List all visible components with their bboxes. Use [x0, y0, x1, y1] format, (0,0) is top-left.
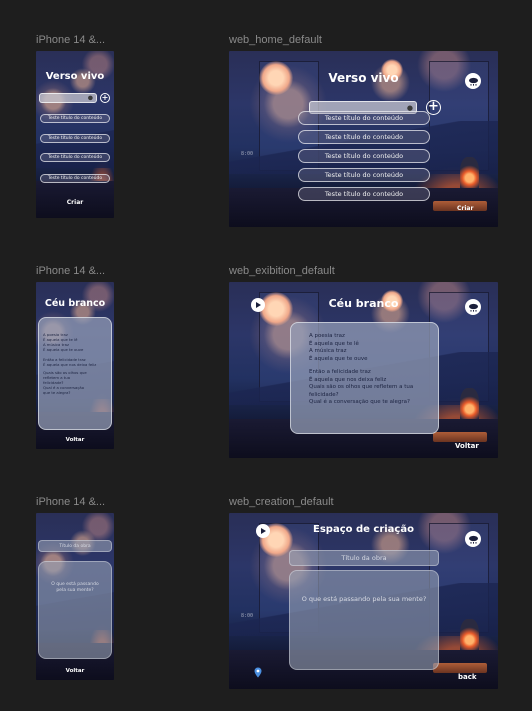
page-title: Céu branco [328, 297, 399, 310]
frame-label-web-exhibition[interactable]: web_exibition_default [229, 265, 335, 277]
back-button[interactable]: back [458, 673, 477, 681]
clock-text: 8:00 [241, 613, 254, 619]
list-item[interactable]: Teste título do conteúdo [40, 114, 110, 123]
back-button[interactable]: Voltar [36, 668, 114, 674]
poem-line: A poesia traz [309, 333, 345, 339]
list-item[interactable]: Teste título do conteúdo [298, 111, 430, 125]
poem-panel: A poesia traz É aquela que te lê A músic… [38, 317, 112, 430]
rain-cloud-icon [468, 535, 478, 544]
poem-line: Quais são os olhos que refletem a tua fe… [309, 384, 414, 398]
poem-line: Qual é a conversação que te alegra? [43, 385, 85, 395]
list-item[interactable]: Teste título do conteúdo [298, 149, 430, 163]
poem-line: Então a felicidade traz [309, 369, 371, 375]
clock-text: 8:00 [241, 151, 254, 157]
poem-line: É aquela que nos deixa feliz [309, 376, 387, 383]
page-title: Espaço de criação [313, 524, 414, 535]
body-textarea[interactable]: O que está passando pela sua mente? [289, 570, 439, 670]
title-input[interactable]: Título da obra [289, 550, 439, 566]
add-button[interactable]: + [100, 93, 110, 103]
rain-cloud-icon [468, 303, 478, 312]
frame-label-web-home[interactable]: web_home_default [229, 34, 322, 46]
list-item[interactable]: Teste título do conteúdo [298, 130, 430, 144]
poem-line: É aquela que te lê [309, 340, 359, 347]
list-item[interactable]: Teste título do conteúdo [40, 134, 110, 143]
frame-label-web-creation[interactable]: web_creation_default [229, 496, 334, 508]
poem-line: A música traz [309, 348, 347, 354]
list-item[interactable]: Teste título do conteúdo [298, 187, 430, 201]
frame-label-mobile-creation[interactable]: iPhone 14 &... [36, 496, 105, 508]
title-input[interactable]: Título da obra [38, 540, 112, 552]
list-item[interactable]: Teste título do conteúdo [40, 153, 110, 162]
mobile-home-frame: Verso vivo ● + Teste título do conteúdo … [36, 51, 114, 218]
web-creation-frame: 8:00 Espaço de criação Título da obra O … [229, 513, 498, 689]
weather-button[interactable] [465, 299, 481, 315]
frame-label-mobile-exhibition[interactable]: iPhone 14 &... [36, 265, 105, 277]
list-item[interactable]: Teste título do conteúdo [298, 168, 430, 182]
page-title: Céu branco [44, 298, 106, 309]
search-input[interactable]: ● [39, 93, 97, 103]
frame-label-mobile-home[interactable]: iPhone 14 &... [36, 34, 105, 46]
web-exhibition-frame: Céu branco A poesia traz É aquela que te… [229, 282, 498, 458]
rain-cloud-icon [468, 77, 478, 86]
mobile-exhibition-frame: Céu branco A poesia traz É aquela que te… [36, 282, 114, 449]
back-button[interactable]: Voltar [455, 442, 479, 450]
map-pin-icon[interactable] [254, 667, 262, 678]
create-button[interactable]: Criar [457, 205, 473, 212]
poem-line: Qual é a conversação que te alegra? [309, 399, 410, 405]
poem-line: Quais são os olhos que refletem a tua fe… [43, 370, 87, 385]
mobile-creation-frame: Título da obra O que está passando pela … [36, 513, 114, 680]
poem-line: É aquela que te ouve [309, 355, 368, 362]
list-item[interactable]: Teste título do conteúdo [40, 174, 110, 183]
body-textarea[interactable]: O que está passando pela sua mente? [38, 561, 112, 659]
poem-panel: A poesia traz É aquela que te lê A músic… [290, 322, 439, 434]
page-title: Verso vivo [328, 71, 399, 85]
create-button[interactable]: Criar [36, 199, 114, 206]
page-title: Verso vivo [45, 71, 105, 82]
search-icon: ● [87, 94, 93, 102]
weather-button[interactable] [465, 73, 481, 89]
back-button[interactable]: Voltar [36, 437, 114, 443]
web-home-frame: 8:00 Verso vivo ● + Teste título do cont… [229, 51, 498, 227]
weather-button[interactable] [465, 531, 481, 547]
